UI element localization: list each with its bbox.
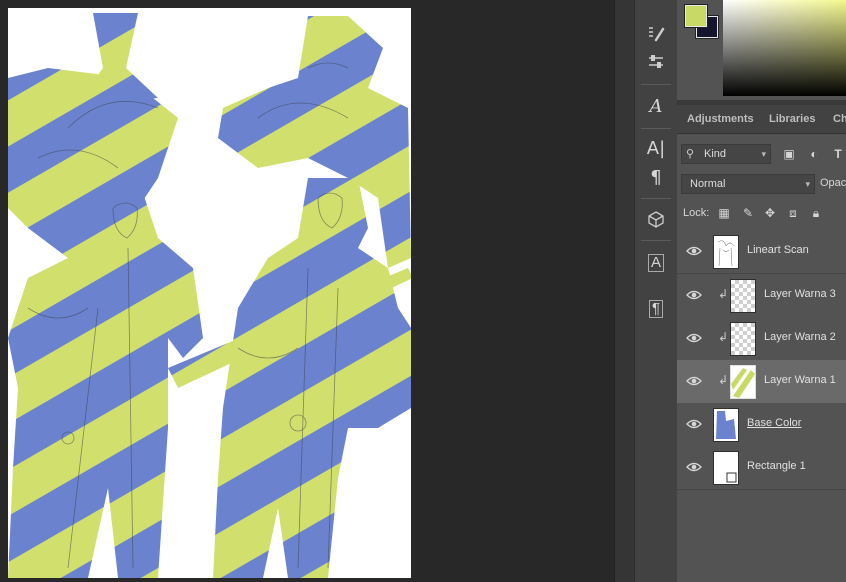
- brush-settings-icon[interactable]: [642, 20, 670, 48]
- blend-mode-dropdown[interactable]: Normal ▾: [681, 174, 815, 194]
- tab-adjustments[interactable]: Adjustments: [679, 105, 762, 133]
- visibility-eye-icon[interactable]: [686, 331, 702, 345]
- visibility-eye-icon[interactable]: [686, 460, 702, 474]
- layer-name: Rectangle 1: [747, 460, 806, 472]
- layer-name: Layer Warna 3: [764, 288, 836, 300]
- lock-transparency-icon[interactable]: ▦: [717, 206, 731, 220]
- opacity-label: Opac: [820, 177, 846, 189]
- clipping-mask-icon: ↲: [718, 330, 729, 344]
- layer-name: Layer Warna 2: [764, 331, 836, 343]
- tool-separator: [641, 240, 671, 241]
- paragraph-icon[interactable]: ¶: [642, 163, 670, 191]
- artwork-illustration: [8, 8, 411, 578]
- layer-name: Lineart Scan: [747, 244, 809, 256]
- tool-separator: [641, 128, 671, 129]
- lock-pixels-icon[interactable]: ✎: [741, 206, 755, 220]
- character-icon[interactable]: A|: [642, 134, 670, 162]
- visibility-eye-icon[interactable]: [686, 374, 702, 388]
- image-filter-icon[interactable]: ▣: [782, 147, 796, 161]
- chevron-down-icon: ▾: [805, 179, 810, 189]
- layer-name: Layer Warna 1: [764, 374, 836, 386]
- artboard[interactable]: [8, 8, 411, 578]
- search-icon: ⚲: [686, 148, 695, 160]
- visibility-eye-icon[interactable]: [686, 244, 702, 258]
- panel-divider: [614, 0, 635, 582]
- clipping-mask-icon: ↲: [718, 373, 729, 387]
- layer-name: Base Color: [747, 417, 802, 429]
- layer-row[interactable]: ↲ Layer Warna 2: [677, 317, 846, 361]
- color-picker-field[interactable]: [723, 0, 846, 96]
- layers-empty-area: [677, 490, 846, 582]
- layer-row[interactable]: Lineart Scan: [677, 230, 846, 274]
- layer-thumbnail: [730, 365, 756, 399]
- visibility-eye-icon[interactable]: [686, 288, 702, 302]
- lock-artboard-icon[interactable]: ⧈: [786, 206, 800, 220]
- adjustment-filter-icon[interactable]: ◐: [807, 147, 821, 161]
- layer-row[interactable]: ↲ Layer Warna 3: [677, 274, 846, 318]
- 3d-cube-icon[interactable]: [642, 205, 670, 233]
- adjust-sliders-icon[interactable]: [642, 48, 670, 76]
- right-panels: Adjustments Libraries Ch ⚲ Kind ▾ ▣ ◐ T …: [677, 0, 846, 582]
- layer-thumbnail: [730, 279, 756, 313]
- layer-row-selected[interactable]: ↲ Layer Warna 1: [677, 360, 846, 404]
- foreground-color-swatch[interactable]: [685, 5, 707, 27]
- tool-separator: [641, 84, 671, 85]
- type-filter-icon[interactable]: T: [831, 147, 845, 161]
- canvas-area[interactable]: [0, 0, 614, 582]
- layer-thumbnail: [713, 235, 739, 269]
- layer-thumbnail: [713, 408, 739, 442]
- tool-separator: [641, 198, 671, 199]
- panel-tabs: Adjustments Libraries Ch: [677, 105, 846, 134]
- layer-thumbnail: [730, 322, 756, 356]
- layer-options: ⚲ Kind ▾ ▣ ◐ T Normal ▾ Opac Lock: ▦ ✎ ✥…: [677, 134, 846, 230]
- chevron-down-icon: ▾: [761, 149, 766, 159]
- lock-position-icon[interactable]: ✥: [763, 206, 777, 220]
- character-styles-icon[interactable]: A: [642, 249, 670, 277]
- clipping-mask-icon: ↲: [718, 287, 729, 301]
- filter-kind-dropdown[interactable]: ⚲ Kind ▾: [681, 144, 771, 164]
- layer-row[interactable]: Base Color: [677, 403, 846, 447]
- tab-channels[interactable]: Ch: [825, 105, 846, 133]
- panel-toolstrip: A A| ¶ A ¶: [634, 0, 678, 582]
- paragraph-styles-icon[interactable]: ¶: [642, 295, 670, 323]
- tab-libraries[interactable]: Libraries: [761, 105, 823, 133]
- filter-kind-label: Kind: [704, 148, 727, 160]
- layer-row[interactable]: Rectangle 1: [677, 446, 846, 490]
- character-style-icon[interactable]: A: [642, 92, 670, 120]
- color-panel: [677, 0, 846, 100]
- layers-list: Lineart Scan ↲ Layer Warna 3 ↲ Layer War…: [677, 230, 846, 490]
- layer-thumbnail: [713, 451, 739, 485]
- lock-label: Lock:: [683, 207, 710, 219]
- blend-mode-label: Normal: [690, 178, 726, 190]
- visibility-eye-icon[interactable]: [686, 417, 702, 431]
- lock-all-icon[interactable]: 🔒︎: [809, 206, 823, 220]
